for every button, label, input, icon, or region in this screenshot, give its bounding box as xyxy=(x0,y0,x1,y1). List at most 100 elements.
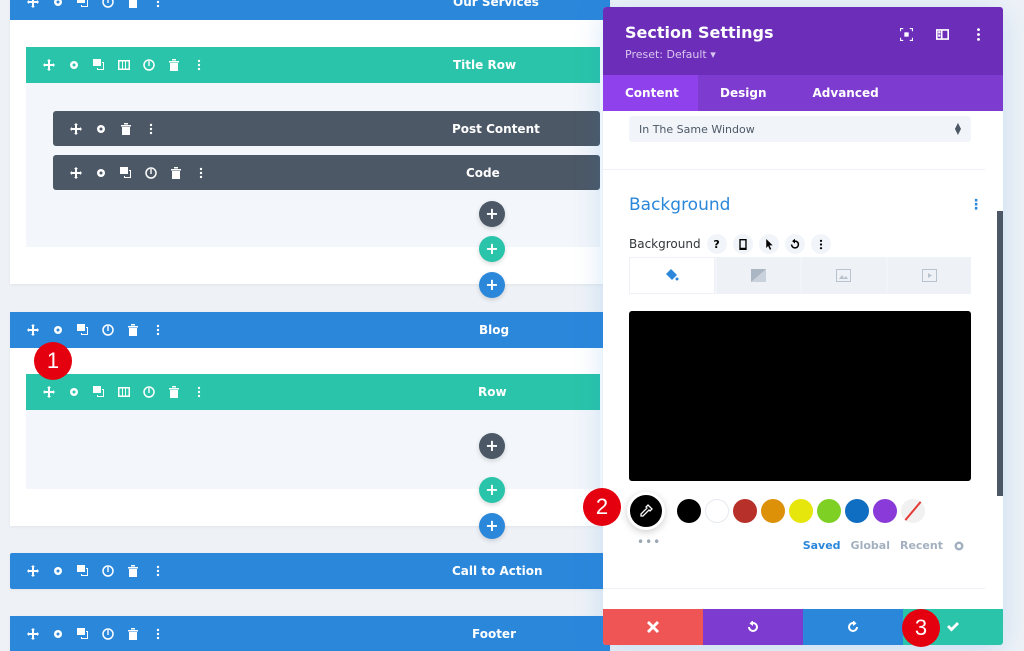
swatch-black[interactable] xyxy=(677,499,701,523)
trash-icon[interactable] xyxy=(113,119,138,139)
background-options-icon[interactable]: ⋮ xyxy=(969,197,983,213)
more-icon[interactable] xyxy=(145,0,170,12)
trash-icon[interactable] xyxy=(161,382,186,402)
swatch-none[interactable] xyxy=(901,499,925,523)
move-icon[interactable] xyxy=(63,119,88,139)
tab-content[interactable]: Content xyxy=(603,75,698,111)
responsive-icon[interactable] xyxy=(732,234,753,254)
power-icon[interactable] xyxy=(136,55,161,75)
more-options-icon[interactable] xyxy=(969,25,987,43)
more-icon[interactable] xyxy=(186,382,211,402)
undo-button[interactable] xyxy=(703,609,803,645)
power-icon[interactable] xyxy=(136,382,161,402)
trash-icon[interactable] xyxy=(120,624,145,644)
eyedropper-picker-button[interactable] xyxy=(627,492,665,530)
row-bar[interactable]: Title Row xyxy=(26,47,600,83)
module-bar[interactable]: Post Content xyxy=(53,111,600,146)
more-icon[interactable] xyxy=(145,561,170,581)
split-view-icon[interactable] xyxy=(933,25,951,43)
trash-icon[interactable] xyxy=(163,163,188,183)
panel-scrollbar[interactable] xyxy=(997,211,1003,496)
reset-icon[interactable] xyxy=(784,234,805,254)
swatch-blue[interactable] xyxy=(845,499,869,523)
trash-icon[interactable] xyxy=(120,320,145,340)
move-icon[interactable] xyxy=(36,382,61,402)
columns-icon[interactable] xyxy=(111,382,136,402)
section-bar[interactable]: Call to Action xyxy=(10,553,610,589)
add-row-button[interactable]: + xyxy=(479,236,505,262)
trash-icon[interactable] xyxy=(120,0,145,12)
tab-design[interactable]: Design xyxy=(698,75,789,111)
redo-button[interactable] xyxy=(803,609,903,645)
more-icon[interactable] xyxy=(145,320,170,340)
gear-icon[interactable] xyxy=(45,561,70,581)
more-swatches-button[interactable]: ••• xyxy=(637,535,661,549)
collapse-chevron-icon[interactable]: ^ xyxy=(946,0,956,8)
background-color-preview[interactable] xyxy=(629,311,971,481)
move-icon[interactable] xyxy=(20,320,45,340)
discard-button[interactable] xyxy=(603,609,703,645)
gear-icon[interactable] xyxy=(45,320,70,340)
add-section-button[interactable]: + xyxy=(479,513,505,539)
gear-icon[interactable] xyxy=(61,55,86,75)
power-icon[interactable] xyxy=(95,320,120,340)
hover-cursor-icon[interactable] xyxy=(758,234,779,254)
trash-icon[interactable] xyxy=(161,55,186,75)
swatch-orange[interactable] xyxy=(761,499,785,523)
section-bar[interactable]: Our Services xyxy=(10,0,610,20)
duplicate-icon[interactable] xyxy=(70,0,95,12)
gear-icon[interactable] xyxy=(88,119,113,139)
trash-icon[interactable] xyxy=(120,561,145,581)
module-bar[interactable]: Code xyxy=(53,155,600,190)
power-icon[interactable] xyxy=(95,0,120,12)
more-icon[interactable] xyxy=(138,119,163,139)
swatch-yellow[interactable] xyxy=(789,499,813,523)
gear-icon[interactable] xyxy=(45,624,70,644)
move-icon[interactable] xyxy=(20,0,45,12)
duplicate-icon[interactable] xyxy=(86,55,111,75)
power-icon[interactable] xyxy=(95,561,120,581)
row-bar[interactable]: Row xyxy=(26,374,600,410)
gear-icon[interactable] xyxy=(45,0,70,12)
move-icon[interactable] xyxy=(20,624,45,644)
swatch-green[interactable] xyxy=(817,499,841,523)
more-icon[interactable] xyxy=(145,624,170,644)
section-bar[interactable]: Blog xyxy=(10,312,610,348)
add-section-button[interactable]: + xyxy=(479,272,505,298)
background-color-tab[interactable] xyxy=(629,257,715,294)
add-row-button[interactable]: + xyxy=(479,477,505,503)
gear-icon[interactable] xyxy=(88,163,113,183)
swatch-red[interactable] xyxy=(733,499,757,523)
background-gradient-tab[interactable] xyxy=(716,257,800,294)
duplicate-icon[interactable] xyxy=(70,561,95,581)
section-bar[interactable]: Footer xyxy=(10,616,610,651)
columns-icon[interactable] xyxy=(111,55,136,75)
power-icon[interactable] xyxy=(95,624,120,644)
duplicate-icon[interactable] xyxy=(113,163,138,183)
duplicate-icon[interactable] xyxy=(86,382,111,402)
more-icon[interactable] xyxy=(186,55,211,75)
palette-tab-recent[interactable]: Recent xyxy=(900,539,943,552)
add-module-button[interactable]: + xyxy=(479,433,505,459)
gear-icon[interactable] xyxy=(61,382,86,402)
palette-settings-gear-icon[interactable] xyxy=(953,540,965,552)
tab-advanced[interactable]: Advanced xyxy=(789,75,901,111)
palette-tab-global[interactable]: Global xyxy=(851,539,890,552)
power-icon[interactable] xyxy=(138,163,163,183)
field-more-icon[interactable] xyxy=(810,234,831,254)
duplicate-icon[interactable] xyxy=(70,320,95,340)
background-image-tab[interactable] xyxy=(802,257,886,294)
palette-tab-saved[interactable]: Saved xyxy=(803,539,841,552)
more-icon[interactable] xyxy=(188,163,213,183)
background-video-tab[interactable] xyxy=(887,257,971,294)
fullscreen-icon[interactable] xyxy=(897,25,915,43)
move-icon[interactable] xyxy=(63,163,88,183)
move-icon[interactable] xyxy=(36,55,61,75)
link-target-select[interactable]: In The Same Window ▲ ▼ xyxy=(629,116,971,142)
move-icon[interactable] xyxy=(20,561,45,581)
help-icon[interactable]: ? xyxy=(706,234,727,254)
swatch-white[interactable] xyxy=(705,499,729,523)
duplicate-icon[interactable] xyxy=(70,624,95,644)
swatch-purple[interactable] xyxy=(873,499,897,523)
preset-dropdown[interactable]: Preset: Default ▾ xyxy=(625,48,981,61)
